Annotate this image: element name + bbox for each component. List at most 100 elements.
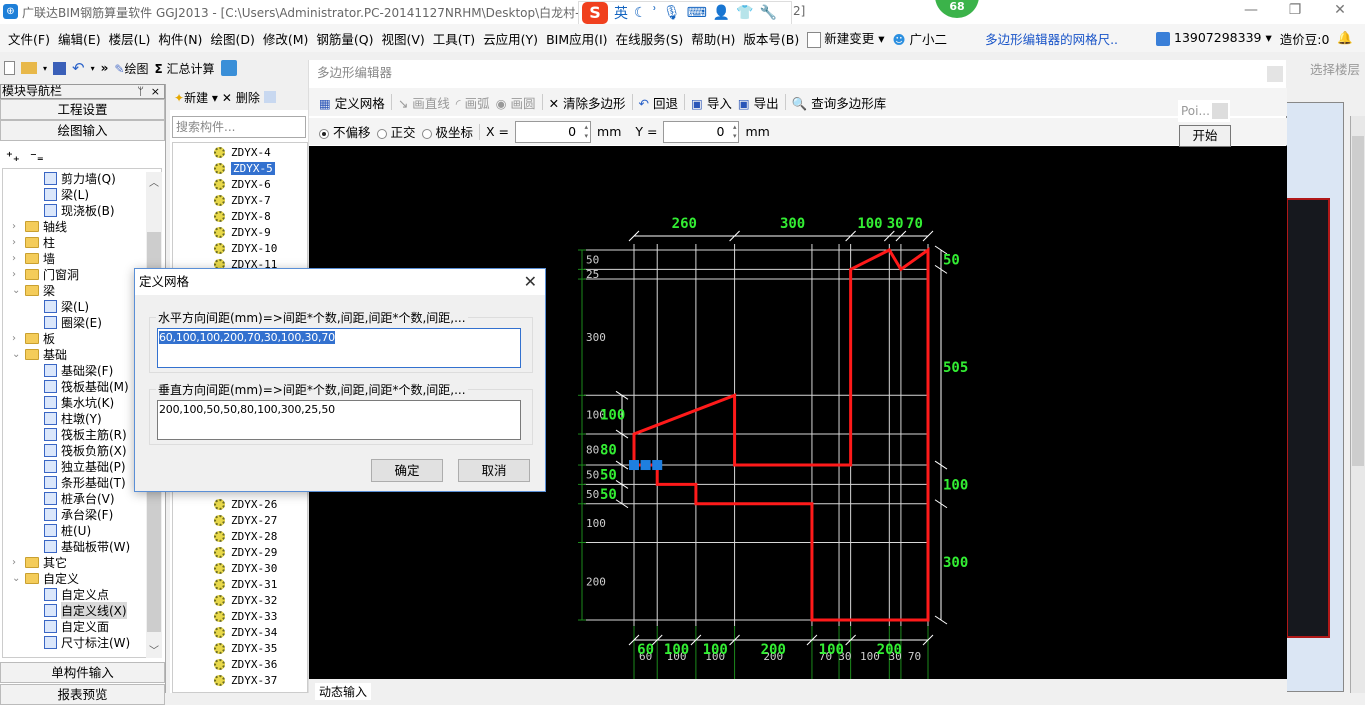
tree-item[interactable]: 集水坑(K) xyxy=(44,394,114,410)
menu-view[interactable]: 视图(V) xyxy=(377,29,428,48)
component-item[interactable]: ZDYX-5 xyxy=(214,160,275,176)
tree-item[interactable]: 自定义点 xyxy=(44,586,109,602)
tree-item[interactable]: 梁(L) xyxy=(44,298,89,314)
user-icon[interactable]: 👤 xyxy=(713,5,730,21)
delete-component-button[interactable]: ✕ 删除 xyxy=(222,89,260,106)
copy-icon[interactable] xyxy=(263,91,276,103)
component-item[interactable]: ZDYX-6 xyxy=(214,176,271,192)
ime-mode-toggle[interactable]: 英 xyxy=(614,3,628,23)
component-item[interactable]: ZDYX-34 xyxy=(214,624,277,640)
tree-item[interactable]: › 墙 xyxy=(12,250,55,266)
menu-file[interactable]: 文件(F) xyxy=(4,29,54,48)
new-change-button[interactable]: 新建变更 ▾ xyxy=(803,28,888,48)
snap-ortho-radio[interactable]: 正交 xyxy=(376,122,416,141)
tree-item[interactable]: 桩(U) xyxy=(44,522,91,538)
nav-close-icon[interactable]: × xyxy=(151,85,160,98)
undo-icon[interactable]: ↶ xyxy=(72,59,85,77)
define-grid-button[interactable]: ▦ 定义网格 xyxy=(319,93,385,112)
assistant-button[interactable]: ☻ 广小二 xyxy=(889,29,952,48)
query-library-button[interactable]: 🔍 查询多边形库 xyxy=(792,93,887,112)
component-item[interactable]: ZDYX-8 xyxy=(214,208,271,224)
project-settings-button[interactable]: 工程设置 xyxy=(0,99,165,120)
scroll-up-icon[interactable]: ︿ xyxy=(149,174,159,189)
menu-component[interactable]: 构件(N) xyxy=(154,29,206,48)
tree-item[interactable]: › 轴线 xyxy=(12,218,67,234)
keyboard-icon[interactable]: ⌨ xyxy=(687,5,707,21)
menu-help[interactable]: 帮助(H) xyxy=(687,29,739,48)
component-item[interactable]: ZDYX-30 xyxy=(214,560,277,576)
tree-item[interactable]: › 板 xyxy=(12,330,55,346)
tree-item[interactable]: 圈梁(E) xyxy=(44,314,102,330)
sogou-logo-icon[interactable]: S xyxy=(582,2,608,24)
ime-toolbar[interactable]: S 英 ☾ ʾ 🎙 ⌨ 👤 👕 🔧 xyxy=(578,1,792,25)
component-item[interactable]: ZDYX-27 xyxy=(214,512,277,528)
poi-close-button[interactable] xyxy=(1212,103,1228,119)
bell-icon[interactable]: 🔔 xyxy=(1333,30,1357,46)
wrench-icon[interactable]: 🔧 xyxy=(760,5,777,21)
component-item[interactable]: ZDYX-26 xyxy=(214,496,277,512)
menu-bim[interactable]: BIM应用(I) xyxy=(542,29,612,48)
y-input[interactable]: 0 ▴ ▾ xyxy=(663,120,740,143)
menu-draw[interactable]: 绘图(D) xyxy=(206,29,258,48)
component-item[interactable]: ZDYX-28 xyxy=(214,528,277,544)
tree-item[interactable]: 筏板基础(M) xyxy=(44,378,129,394)
expand-chevron-icon[interactable]: › xyxy=(12,269,21,280)
minimize-button[interactable]: — xyxy=(1236,2,1266,20)
menu-rebar[interactable]: 钢筋量(Q) xyxy=(312,29,377,48)
component-search-input[interactable]: 搜索构件... xyxy=(172,116,306,138)
expand-chevron-icon[interactable]: › xyxy=(12,253,21,264)
tree-item[interactable]: 基础梁(F) xyxy=(44,362,113,378)
component-item[interactable]: ZDYX-32 xyxy=(214,592,277,608)
clear-polygon-button[interactable]: ✕ 清除多边形 xyxy=(549,93,626,112)
tree-item[interactable]: 现浇板(B) xyxy=(44,202,115,218)
import-button[interactable]: ▣ 导入 xyxy=(691,93,732,112)
expand-chevron-icon[interactable]: › xyxy=(12,237,21,248)
tree-item[interactable]: 自定义线(X) xyxy=(44,601,127,619)
expand-chevron-icon[interactable]: › xyxy=(12,557,21,568)
mic-icon[interactable]: 🎙 xyxy=(663,5,681,21)
tree-item[interactable]: 独立基础(P) xyxy=(44,458,126,474)
menu-cloud[interactable]: 云应用(Y) xyxy=(479,29,542,48)
select-floor-label[interactable]: 选择楼层 xyxy=(1310,59,1360,78)
tree-item[interactable]: 桩承台(V) xyxy=(44,490,115,506)
tree-item[interactable]: › 其它 xyxy=(12,554,67,570)
shirt-icon[interactable]: 👕 xyxy=(736,5,753,21)
tree-item[interactable]: 柱墩(Y) xyxy=(44,410,102,426)
performance-badge[interactable]: 68 xyxy=(935,0,979,18)
collapse-all-icon[interactable]: ⁻₌ xyxy=(30,150,44,165)
tree-item[interactable]: 承台梁(F) xyxy=(44,506,113,522)
tree-item[interactable]: 条形基础(T) xyxy=(44,474,126,490)
component-item[interactable]: ZDYX-9 xyxy=(214,224,271,240)
menu-version[interactable]: 版本号(B) xyxy=(739,29,803,48)
vertical-spacing-input[interactable]: 200,100,50,50,80,100,300,25,50 xyxy=(157,400,521,440)
draw-button[interactable]: ✎绘图 xyxy=(114,60,148,77)
tree-item[interactable]: ⌄ 基础 xyxy=(12,346,67,362)
punct-icon[interactable]: ʾ xyxy=(653,5,657,21)
cancel-button[interactable]: 取消 xyxy=(458,459,530,482)
menu-online[interactable]: 在线服务(S) xyxy=(612,29,688,48)
new-file-icon[interactable] xyxy=(4,61,15,75)
tree-item[interactable]: 梁(L) xyxy=(44,186,89,202)
menu-tools[interactable]: 工具(T) xyxy=(429,29,479,48)
account-dropdown[interactable]: 13907298339 ▾ xyxy=(1152,30,1276,46)
draw-arc-button[interactable]: ◜ 画弧 xyxy=(456,93,490,112)
tree-item[interactable]: 基础板带(W) xyxy=(44,538,130,554)
tree-item[interactable]: ⌄ 梁 xyxy=(12,282,55,298)
collapse-chevron-icon[interactable]: ⌄ xyxy=(12,285,21,296)
tree-item[interactable]: › 门窗洞 xyxy=(12,266,79,282)
pin-icon[interactable]: ᛘ xyxy=(137,85,144,98)
component-item[interactable]: ZDYX-37 xyxy=(214,672,277,688)
new-component-button[interactable]: ✦新建 ▾ xyxy=(174,89,218,106)
undo-button[interactable]: ↶ 回退 xyxy=(639,93,678,112)
component-item[interactable]: ZDYX-7 xyxy=(214,192,271,208)
component-item[interactable]: ZDYX-36 xyxy=(214,656,277,672)
report-preview-button[interactable]: 报表预览 xyxy=(0,684,165,705)
tree-item[interactable]: › 柱 xyxy=(12,234,55,250)
tree-item[interactable]: ⌄ 自定义 xyxy=(12,570,79,586)
component-item[interactable]: ZDYX-10 xyxy=(214,240,277,256)
restore-button[interactable]: ❐ xyxy=(1280,2,1310,20)
draw-line-button[interactable]: ↘ 画直线 xyxy=(398,93,450,112)
menu-modify[interactable]: 修改(M) xyxy=(259,29,313,48)
menu-edit[interactable]: 编辑(E) xyxy=(54,29,105,48)
expand-chevron-icon[interactable]: › xyxy=(12,221,21,232)
